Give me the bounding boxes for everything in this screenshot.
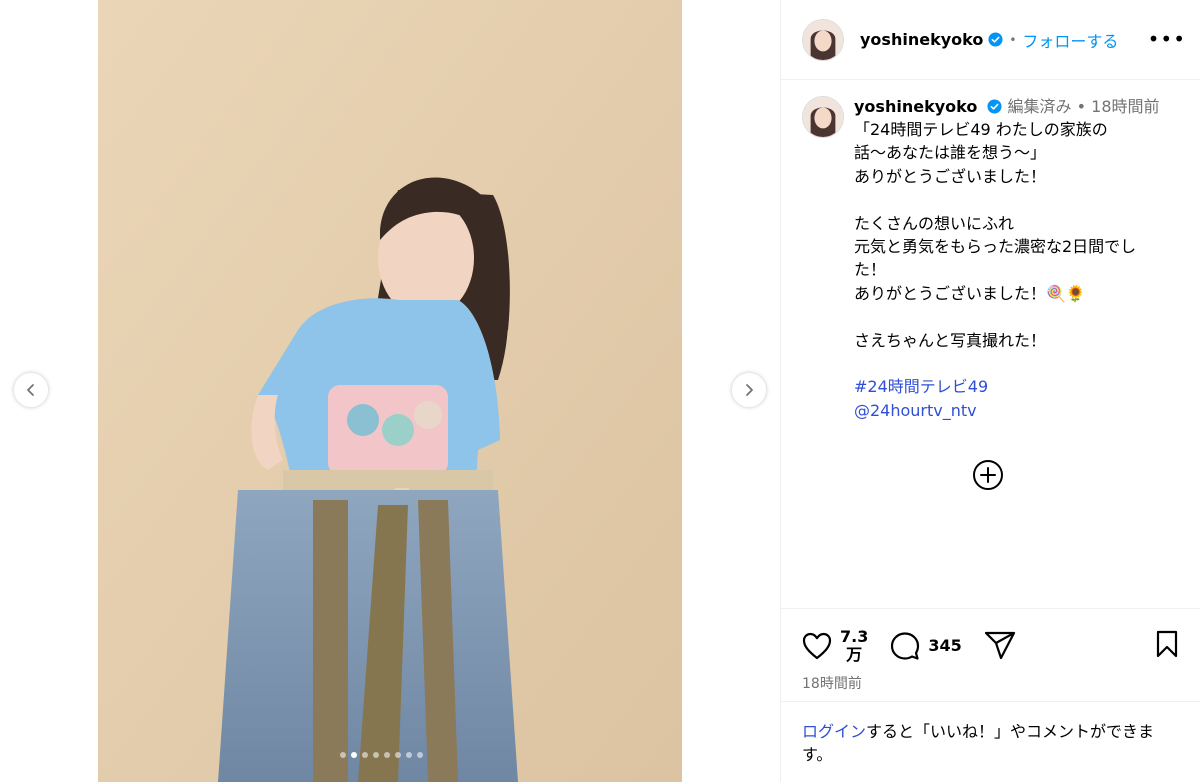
- carousel-dot: [362, 752, 368, 758]
- caption-avatar[interactable]: [802, 96, 844, 138]
- comment-icon: [891, 632, 920, 660]
- carousel-dot: [395, 752, 401, 758]
- verified-badge-icon: [988, 32, 1003, 47]
- like-count[interactable]: 7.3 万: [840, 628, 868, 664]
- save-button[interactable]: [1154, 630, 1180, 662]
- hashtag-link[interactable]: #24時間テレビ49: [854, 375, 1184, 398]
- caption-spacer: ​: [854, 352, 1184, 375]
- bookmark-icon: [1156, 630, 1178, 658]
- login-link[interactable]: ログイン: [802, 722, 866, 741]
- caption-section: yoshinekyoko 編集済み • 18時間前 「24時間テレビ49 わたし…: [781, 80, 1200, 608]
- chevron-right-icon: [746, 384, 753, 396]
- plus-circle-icon[interactable]: [971, 458, 1005, 492]
- avatar-image: [803, 97, 843, 137]
- caption-username[interactable]: yoshinekyoko: [854, 97, 977, 116]
- post-author-username[interactable]: yoshinekyoko: [860, 30, 983, 49]
- like-button[interactable]: 7.3 万: [802, 628, 868, 664]
- post-side-panel: yoshinekyoko • フォローする ••• yoshinekyoko 編…: [780, 0, 1200, 782]
- dot-separator: •: [1076, 97, 1087, 116]
- carousel-dot: [384, 752, 390, 758]
- follow-button[interactable]: フォローする: [1022, 28, 1118, 52]
- share-icon: [984, 631, 1015, 660]
- photo-illustration: [98, 0, 682, 782]
- login-prompt: ログインすると「いいね！」やコメントができます。: [781, 701, 1200, 782]
- more-options-button[interactable]: •••: [1148, 27, 1186, 51]
- caption-time[interactable]: 18時間前: [1091, 97, 1159, 116]
- avatar-image: [803, 19, 843, 60]
- avatar[interactable]: [802, 18, 844, 61]
- chevron-left-icon: [27, 384, 34, 396]
- post-photo[interactable]: [98, 0, 682, 782]
- mention-link[interactable]: @24hourtv_ntv: [854, 399, 1184, 422]
- share-button[interactable]: [984, 631, 1016, 661]
- edited-label: 編集済み: [1007, 97, 1072, 116]
- caption-header: yoshinekyoko 編集済み • 18時間前: [854, 96, 1184, 118]
- caption-text: 「24時間テレビ49 わたしの家族の 話〜あなたは誰を想う〜」 ありがとうござい…: [854, 120, 1137, 350]
- carousel-dot: [406, 752, 412, 758]
- post-actions: 7.3 万 345 18時間前: [781, 608, 1200, 693]
- post-header: yoshinekyoko • フォローする •••: [781, 0, 1200, 80]
- carousel-dot: [373, 752, 379, 758]
- verified-badge-icon: [987, 99, 1002, 114]
- carousel-dot: [340, 752, 346, 758]
- comment-button[interactable]: 345: [890, 631, 962, 661]
- post-timestamp[interactable]: 18時間前: [802, 673, 1180, 693]
- dot-separator: •: [1009, 32, 1017, 47]
- carousel-dot: [351, 752, 357, 758]
- carousel-indicator: [340, 752, 423, 758]
- comment-count[interactable]: 345: [928, 637, 961, 655]
- carousel-dot: [417, 752, 423, 758]
- carousel-next-button[interactable]: [732, 373, 766, 407]
- post-media: [0, 0, 780, 782]
- carousel-prev-button[interactable]: [14, 373, 48, 407]
- heart-icon: [802, 632, 832, 660]
